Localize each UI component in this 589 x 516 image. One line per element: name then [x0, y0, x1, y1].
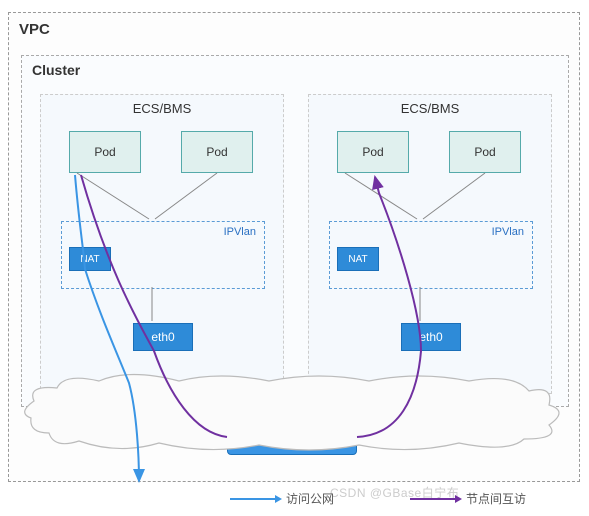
nat-left: NAT — [69, 247, 111, 271]
vpc-router: VPC Router — [227, 421, 357, 455]
legend-line-purple — [410, 498, 460, 500]
legend-line-blue — [230, 498, 280, 500]
pod-left-2: Pod — [181, 131, 253, 173]
legend-public-label: 访问公网 — [286, 490, 334, 507]
nat-right: NAT — [337, 247, 379, 271]
legend-public: 访问公网 — [230, 490, 334, 507]
cluster-container: Cluster ECS/BMS Pod Pod IPVlan NAT eth0 … — [21, 55, 569, 407]
cluster-label: Cluster — [32, 62, 80, 78]
ipvlan-left-label: IPVlan — [224, 226, 256, 238]
eth-right: eth0 — [401, 323, 461, 351]
legend-internode: 节点间互访 — [410, 490, 526, 507]
pod-left-1: Pod — [69, 131, 141, 173]
legend: 访问公网 节点间互访 — [0, 490, 589, 512]
vpc-label: VPC — [19, 21, 50, 38]
node-right-label: ECS/BMS — [309, 101, 551, 116]
ipvlan-right-label: IPVlan — [492, 226, 524, 238]
legend-internode-label: 节点间互访 — [466, 490, 526, 507]
node-left-label: ECS/BMS — [41, 101, 283, 116]
eth-left: eth0 — [133, 323, 193, 351]
pod-right-2: Pod — [449, 131, 521, 173]
node-left: ECS/BMS Pod Pod IPVlan NAT eth0 — [40, 94, 284, 394]
vpc-container: VPC Cluster ECS/BMS Pod Pod IPVlan NAT e… — [8, 12, 580, 482]
pod-right-1: Pod — [337, 131, 409, 173]
node-right: ECS/BMS Pod Pod IPVlan NAT eth0 — [308, 94, 552, 394]
